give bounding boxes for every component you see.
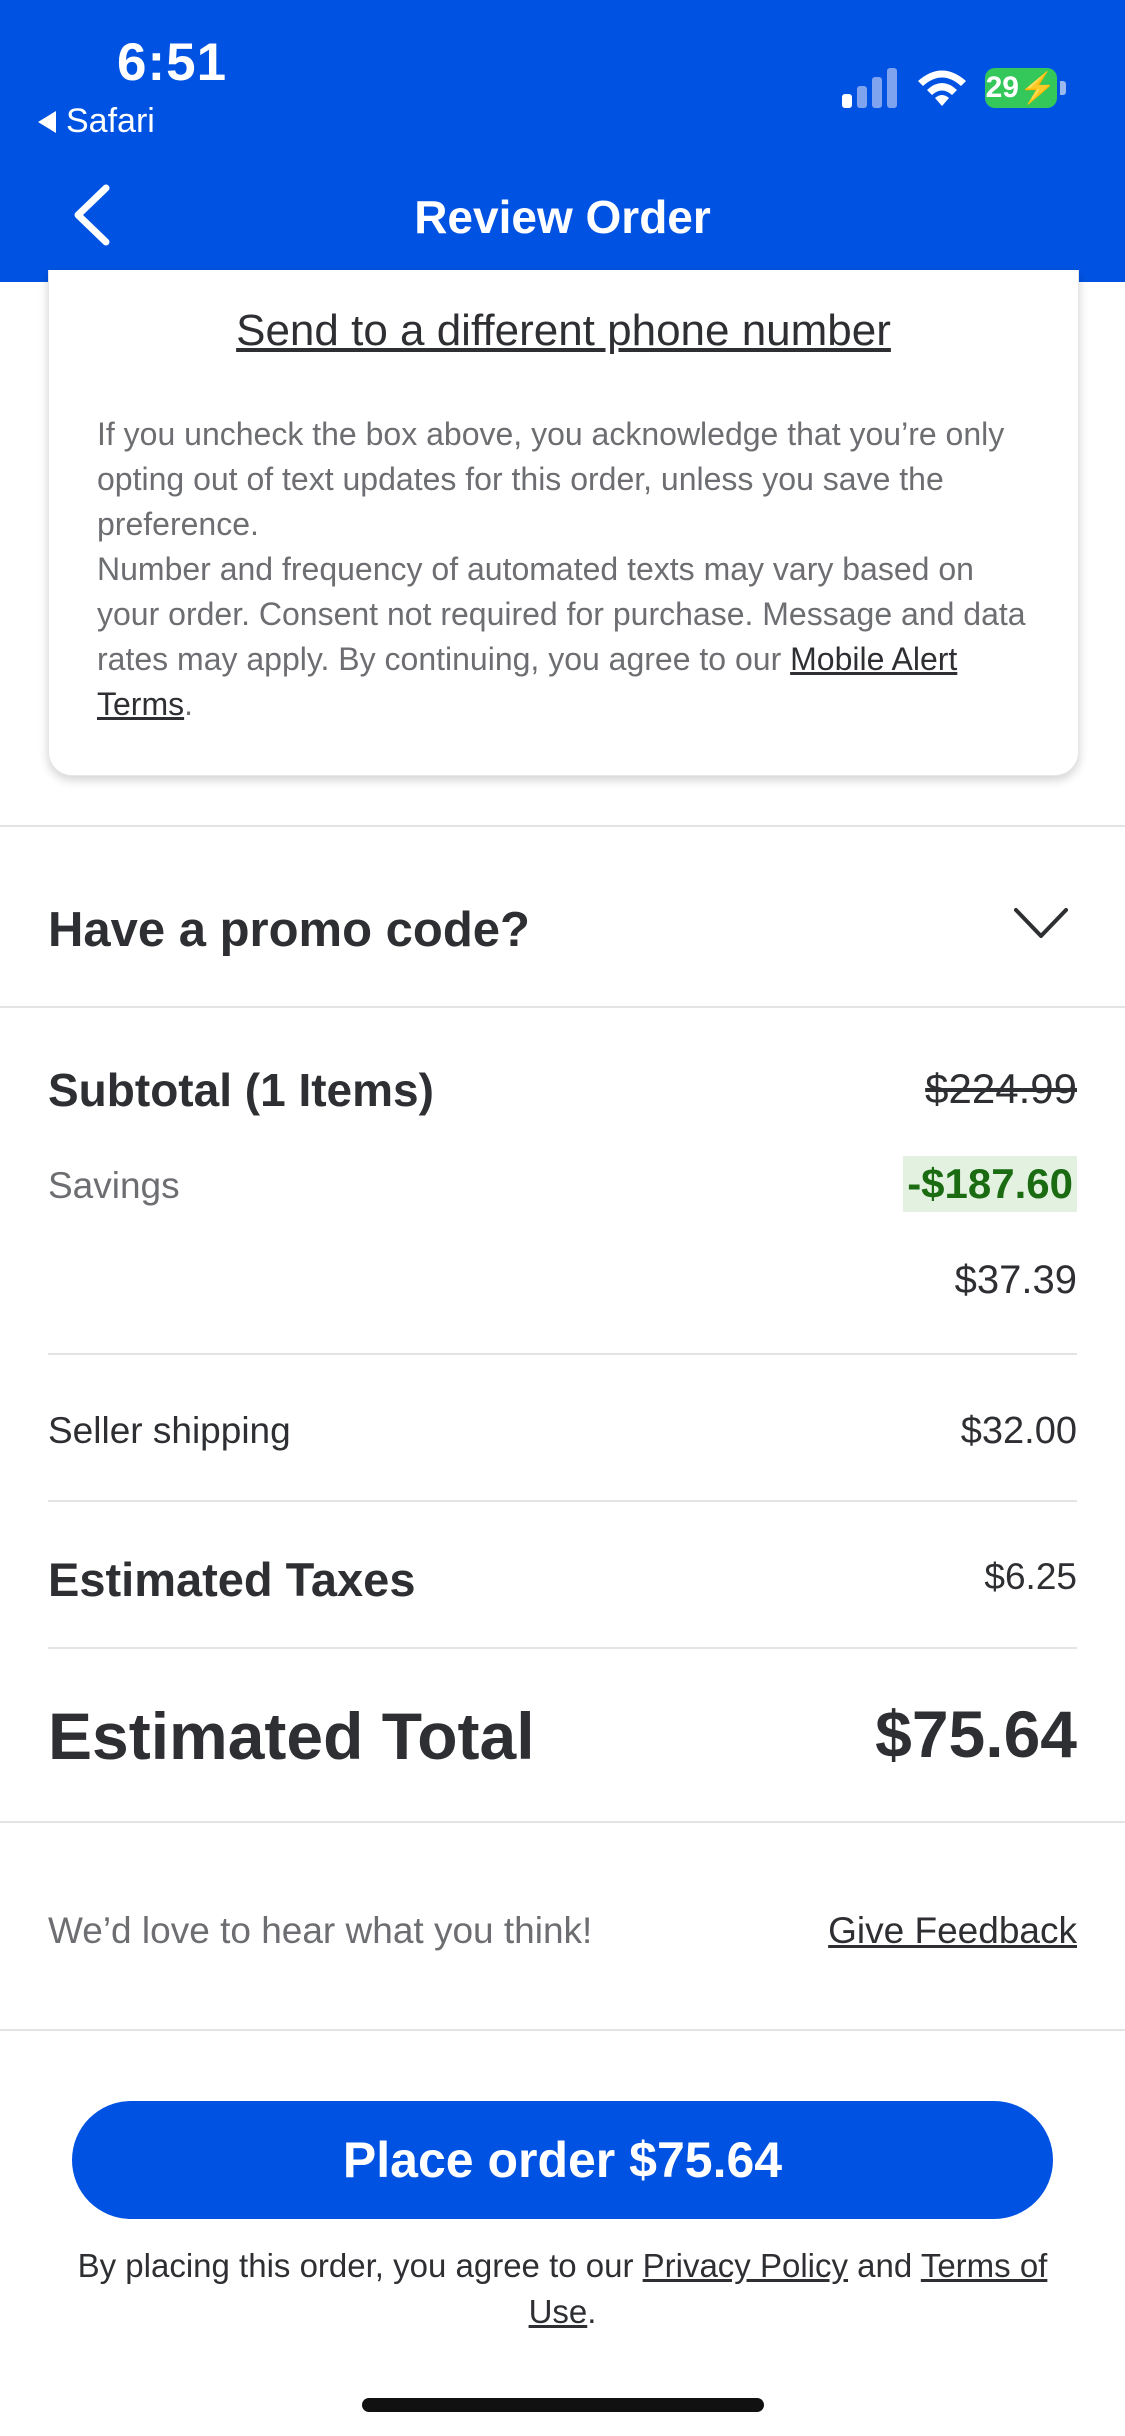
home-indicator[interactable] bbox=[362, 2398, 764, 2412]
savings-label: Savings bbox=[48, 1165, 180, 1206]
subtotal-original-price: $224.99 bbox=[925, 1065, 1077, 1112]
page-title: Review Order bbox=[414, 191, 711, 243]
divider bbox=[0, 825, 1125, 827]
battery-level: 29 ⚡ bbox=[985, 68, 1057, 108]
place-order-button[interactable]: Place order $75.64 bbox=[72, 2101, 1053, 2219]
shipping-label: Seller shipping bbox=[48, 1410, 291, 1451]
send-different-phone-link[interactable]: Send to a different phone number bbox=[49, 306, 1078, 356]
shipping-value: $32.00 bbox=[960, 1410, 1077, 1452]
total-label: Estimated Total bbox=[48, 1699, 535, 1773]
back-to-app-button[interactable]: Safari bbox=[38, 102, 155, 141]
subtotal-label: Subtotal (1 Items) bbox=[48, 1064, 434, 1116]
promo-code-toggle[interactable]: Have a promo code? bbox=[48, 902, 530, 958]
give-feedback-link[interactable]: Give Feedback bbox=[828, 1910, 1077, 1952]
sms-disclaimer: If you uncheck the box above, you acknow… bbox=[97, 416, 1026, 722]
divider bbox=[48, 1647, 1077, 1649]
feedback-prompt: We’d love to hear what you think! bbox=[48, 1910, 593, 1951]
savings-value: -$187.60 bbox=[903, 1156, 1077, 1212]
privacy-policy-link[interactable]: Privacy Policy bbox=[643, 2247, 848, 2284]
status-time: 6:51 bbox=[117, 33, 228, 92]
taxes-value: $6.25 bbox=[984, 1556, 1077, 1597]
battery-icon: 29 ⚡ bbox=[985, 68, 1069, 110]
wifi-icon bbox=[918, 70, 966, 106]
total-value: $75.64 bbox=[875, 1697, 1077, 1771]
divider bbox=[0, 2029, 1125, 2031]
cellular-signal-icon bbox=[842, 68, 897, 108]
divider bbox=[0, 1821, 1125, 1823]
divider bbox=[48, 1500, 1077, 1502]
text-updates-card: Send to a different phone number If you … bbox=[48, 270, 1079, 776]
chevron-down-icon[interactable] bbox=[1012, 904, 1070, 944]
back-app-label: Safari bbox=[66, 102, 155, 140]
header-bar: 6:51 Safari 29 ⚡ Review Order bbox=[0, 0, 1125, 282]
subtotal-net-price: $37.39 bbox=[954, 1258, 1077, 1302]
taxes-label: Estimated Taxes bbox=[48, 1553, 416, 1606]
back-triangle-icon bbox=[38, 110, 56, 133]
divider bbox=[48, 1353, 1077, 1355]
legal-text: By placing this order, you agree to our … bbox=[77, 2247, 1048, 2330]
divider bbox=[0, 1006, 1125, 1008]
